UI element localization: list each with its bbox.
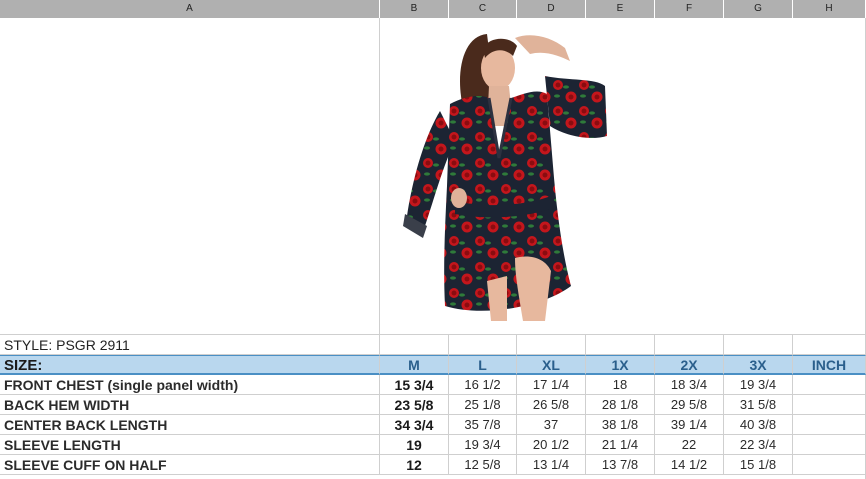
measurement-cell[interactable]: 29 5/8 (655, 395, 724, 415)
cell-empty[interactable] (517, 335, 586, 355)
measurement-cell[interactable]: 26 5/8 (517, 395, 586, 415)
next-row-edge (0, 475, 866, 479)
measurement-cell[interactable]: 23 5/8 (380, 395, 449, 415)
measurement-cell[interactable]: 21 1/4 (586, 435, 655, 455)
measurement-cell[interactable]: 20 1/2 (517, 435, 586, 455)
measurement-cell[interactable]: 14 1/2 (655, 455, 724, 475)
measurement-cell[interactable]: 17 1/4 (517, 375, 586, 395)
measurement-cell[interactable]: 35 7/8 (449, 415, 517, 435)
column-header-bar: A B C D E F G H (0, 0, 866, 18)
measurement-label-front-chest[interactable]: FRONT CHEST (single panel width) (0, 375, 380, 395)
measurement-cell[interactable]: 16 1/2 (449, 375, 517, 395)
measurement-cell[interactable]: 18 (586, 375, 655, 395)
measurement-cell[interactable]: 38 1/8 (586, 415, 655, 435)
size-header-l[interactable]: L (449, 355, 517, 375)
measurement-cell[interactable]: 22 (655, 435, 724, 455)
measurement-cell[interactable]: 19 3/4 (449, 435, 517, 455)
measurement-cell-inch[interactable] (793, 395, 866, 415)
measurement-cell[interactable]: 31 5/8 (724, 395, 793, 415)
column-header-h[interactable]: H (793, 0, 866, 18)
cell-empty[interactable] (586, 335, 655, 355)
measurement-cell[interactable]: 40 3/8 (724, 415, 793, 435)
measurement-cell[interactable]: 25 1/8 (449, 395, 517, 415)
measurement-cell[interactable]: 15 1/8 (724, 455, 793, 475)
measurement-cell[interactable]: 39 1/4 (655, 415, 724, 435)
column-header-b[interactable]: B (380, 0, 449, 18)
cell-empty[interactable] (449, 335, 517, 355)
measurement-cell[interactable]: 12 (380, 455, 449, 475)
measurement-cell[interactable]: 19 3/4 (724, 375, 793, 395)
measurement-cell-inch[interactable] (793, 435, 866, 455)
column-header-g[interactable]: G (724, 0, 793, 18)
column-header-d[interactable]: D (517, 0, 586, 18)
measurement-cell[interactable]: 19 (380, 435, 449, 455)
size-header-1x[interactable]: 1X (586, 355, 655, 375)
column-header-f[interactable]: F (655, 0, 724, 18)
size-header-label[interactable]: SIZE: (0, 355, 380, 375)
cell-empty[interactable] (380, 335, 449, 355)
measurement-cell-inch[interactable] (793, 415, 866, 435)
style-number-cell[interactable]: STYLE: PSGR 2911 (0, 335, 380, 355)
size-header-2x[interactable]: 2X (655, 355, 724, 375)
cell-a-image-row[interactable] (0, 18, 380, 335)
size-header-m[interactable]: M (380, 355, 449, 375)
cell-empty[interactable] (793, 335, 866, 355)
size-header-inch[interactable]: INCH (793, 355, 866, 375)
column-header-c[interactable]: C (449, 0, 517, 18)
measurement-cell[interactable]: 28 1/8 (586, 395, 655, 415)
measurement-label-back-hem-width[interactable]: BACK HEM WIDTH (0, 395, 380, 415)
column-header-a[interactable]: A (0, 0, 380, 18)
product-photo (395, 26, 620, 321)
size-header-xl[interactable]: XL (517, 355, 586, 375)
model-in-floral-robe-image (403, 34, 607, 321)
measurement-cell[interactable]: 34 3/4 (380, 415, 449, 435)
measurement-cell[interactable]: 12 5/8 (449, 455, 517, 475)
measurement-cell[interactable]: 13 1/4 (517, 455, 586, 475)
size-header-3x[interactable]: 3X (724, 355, 793, 375)
column-header-e[interactable]: E (586, 0, 655, 18)
measurement-cell-inch[interactable] (793, 375, 866, 395)
cell-empty[interactable] (655, 335, 724, 355)
measurement-label-center-back-length[interactable]: CENTER BACK LENGTH (0, 415, 380, 435)
cell-empty[interactable] (724, 335, 793, 355)
measurement-cell[interactable]: 13 7/8 (586, 455, 655, 475)
measurement-label-sleeve-cuff[interactable]: SLEEVE CUFF ON HALF (0, 455, 380, 475)
measurement-cell[interactable]: 22 3/4 (724, 435, 793, 455)
measurement-label-sleeve-length[interactable]: SLEEVE LENGTH (0, 435, 380, 455)
measurement-cell[interactable]: 37 (517, 415, 586, 435)
measurement-cell[interactable]: 15 3/4 (380, 375, 449, 395)
measurement-cell[interactable]: 18 3/4 (655, 375, 724, 395)
measurement-cell-inch[interactable] (793, 455, 866, 475)
